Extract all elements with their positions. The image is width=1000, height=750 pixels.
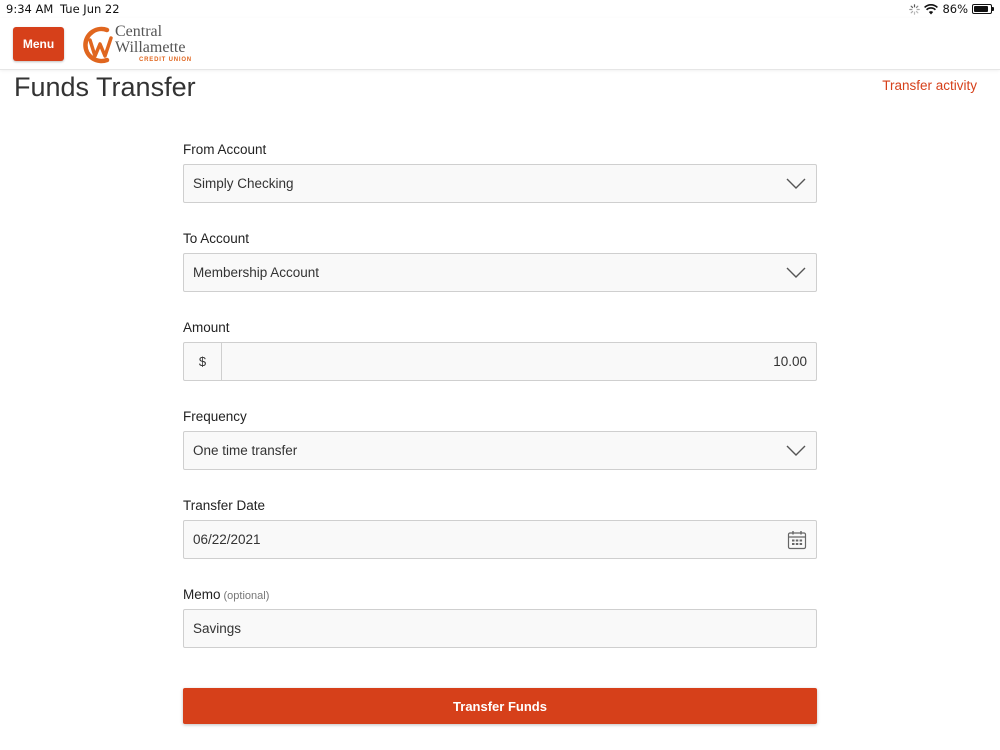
memo-optional-hint: (optional) [223,590,270,602]
status-bar: 9:34 AM Tue Jun 22 86% [0,0,1000,18]
logo-text-credit-union: CREDIT UNION [139,57,192,63]
transfer-date-label: Transfer Date [183,498,266,513]
page-title: Funds Transfer [14,72,196,102]
app-header: Menu Central Willamette CREDIT UNION [0,18,1000,70]
chevron-down-icon [786,267,806,278]
loading-icon [909,3,921,15]
chevron-down-icon [786,445,806,456]
from-account-select[interactable]: Simply Checking [183,164,817,203]
amount-value: 10.00 [773,354,807,369]
chevron-down-icon [786,178,806,189]
memo-value: Savings [193,621,242,636]
frequency-label: Frequency [183,409,247,424]
from-account-value: Simply Checking [193,176,294,191]
calendar-icon[interactable] [787,530,807,550]
currency-symbol: $ [184,343,222,380]
frequency-select[interactable]: One time transfer [183,431,817,470]
wifi-icon [924,3,939,14]
transfer-date-value: 06/22/2021 [193,532,261,547]
logo-text-central: Central [115,23,163,40]
transfer-date-input[interactable]: 06/22/2021 [183,520,817,559]
credit-union-logo[interactable]: Central Willamette CREDIT UNION [77,22,207,66]
battery-icon [972,4,994,14]
amount-input[interactable]: $ 10.00 [183,342,817,381]
logo-text-willamette: Willamette [115,39,186,56]
amount-label: Amount [183,320,230,335]
battery-fill [974,6,988,12]
memo-label-text: Memo [183,587,221,602]
transfer-funds-button[interactable]: Transfer Funds [183,688,817,724]
battery-percent: 86% [942,2,968,16]
status-date: Tue Jun 22 [60,2,120,16]
memo-label: Memo (optional) [183,587,269,602]
from-account-label: From Account [183,142,267,157]
to-account-select[interactable]: Membership Account [183,253,817,292]
logo-mark [83,26,113,64]
transfer-activity-link[interactable]: Transfer activity [882,78,977,93]
menu-button[interactable]: Menu [13,27,64,61]
memo-input[interactable]: Savings [183,609,817,648]
status-time: 9:34 AM [6,2,54,16]
frequency-value: One time transfer [193,443,298,458]
status-indicators: 86% [909,2,994,16]
to-account-value: Membership Account [193,265,320,280]
to-account-label: To Account [183,231,250,246]
